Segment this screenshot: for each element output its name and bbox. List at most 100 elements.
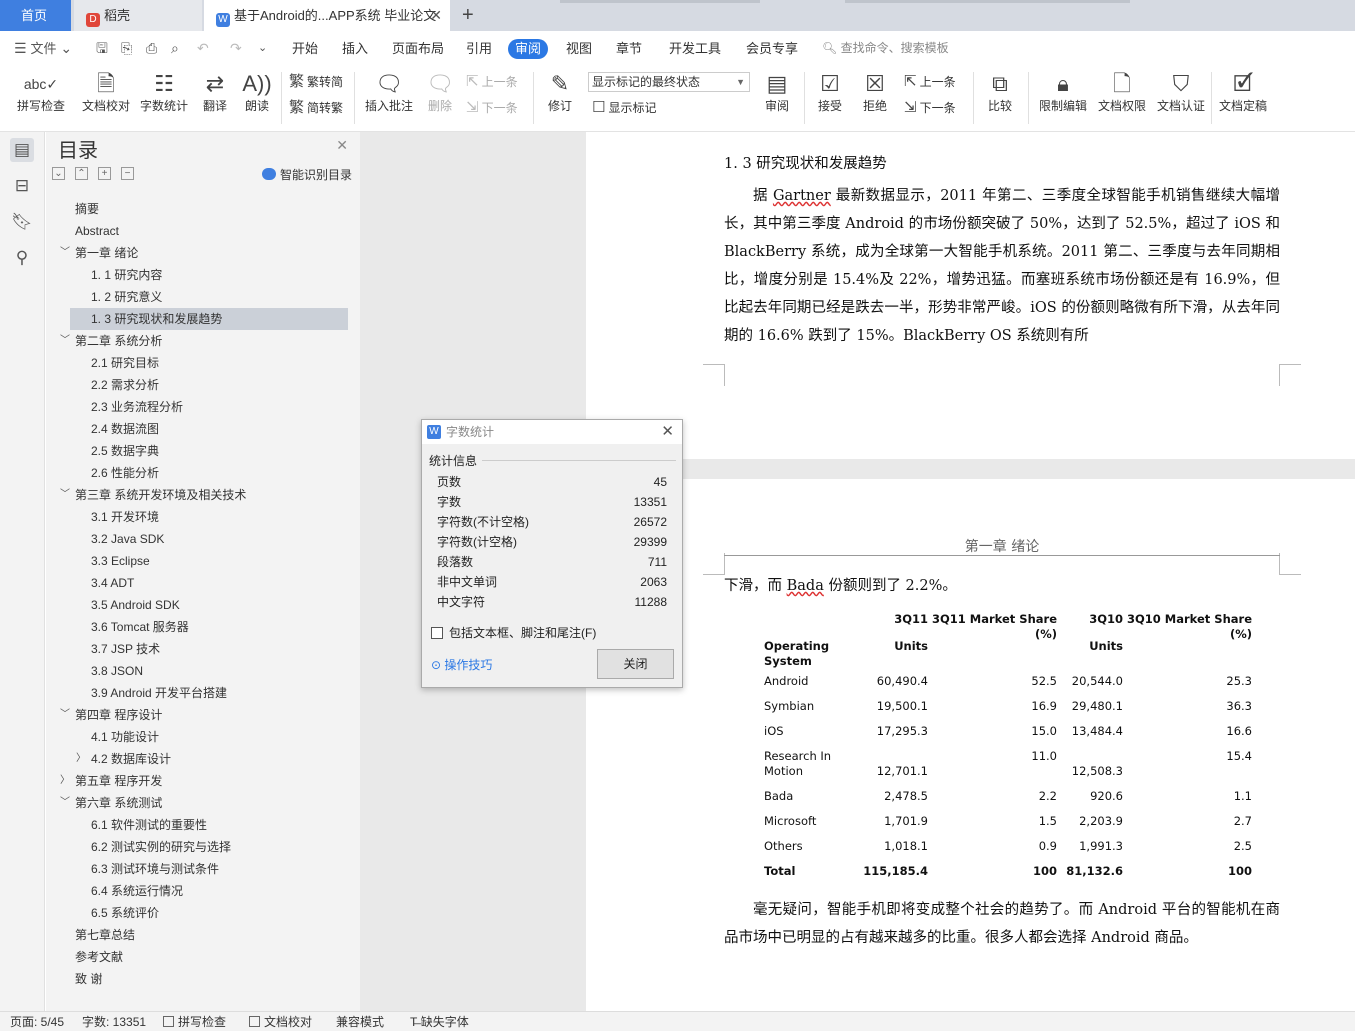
next-comment-button[interactable]: ⇲ 下一条 xyxy=(466,99,518,117)
command-search[interactable]: 🔍︎ 查找命令、搜索模板 xyxy=(822,31,949,66)
tab-docer[interactable]: D 稻壳 xyxy=(74,0,202,31)
toc-item[interactable]: 1. 1 研究内容 xyxy=(46,264,360,286)
toc-item[interactable]: ﹀ 第一章 绪论 xyxy=(46,242,360,264)
chevron-down-icon[interactable]: ﹀ xyxy=(60,704,70,726)
show-markup-button[interactable]: ☐ 显示标记 xyxy=(592,99,656,117)
prev-change-button[interactable]: ⇱ 上一条 xyxy=(904,73,956,91)
print-preview-icon[interactable]: ⌕ xyxy=(171,31,179,66)
toc-item[interactable]: ﹀ 第二章 系统分析 xyxy=(46,330,360,352)
close-icon[interactable]: ✕ xyxy=(336,137,348,154)
toc-item[interactable]: 3.2 Java SDK xyxy=(46,528,360,550)
menu-start[interactable]: 开始 xyxy=(292,31,318,66)
toc-item[interactable]: 3.4 ADT xyxy=(46,572,360,594)
collapse-all-icon[interactable]: ⌄ xyxy=(52,167,65,181)
new-tab-button[interactable]: + xyxy=(462,0,474,31)
toc-item[interactable]: 3.3 Eclipse xyxy=(46,550,360,572)
checkbox-box[interactable] xyxy=(431,627,443,639)
toc-item[interactable]: 3.6 Tomcat 服务器 xyxy=(46,616,360,638)
chevron-right-icon[interactable]: 〉 xyxy=(76,748,86,770)
chevron-down-icon[interactable]: ﹀ xyxy=(60,242,70,264)
menu-insert[interactable]: 插入 xyxy=(342,31,368,66)
customize-quick-access-icon[interactable]: ⌄ xyxy=(258,31,267,66)
chapter-nav-icon[interactable]: ⊟ xyxy=(10,174,34,198)
toc-item[interactable]: 3.7 JSP 技术 xyxy=(46,638,360,660)
spellcheck-button[interactable]: abc✓ 拼写检查 xyxy=(10,66,72,114)
prev-comment-button[interactable]: ⇱ 上一条 xyxy=(466,73,518,91)
find-icon[interactable]: ⚲ xyxy=(10,246,34,270)
insert-comment-button[interactable]: 🗨 插入批注 xyxy=(362,66,416,114)
toc-item[interactable]: 4.1 功能设计 xyxy=(46,726,360,748)
word-count-indicator[interactable]: 字数: 13351 xyxy=(82,1012,146,1032)
toc-item[interactable]: 2.4 数据流图 xyxy=(46,418,360,440)
toc-item[interactable]: 3.8 JSON xyxy=(46,660,360,682)
close-tab-icon[interactable]: ✕ xyxy=(430,0,442,31)
include-textbox-checkbox[interactable]: 包括文本框、脚注和尾注(F) xyxy=(431,624,596,641)
hidden-tab[interactable] xyxy=(845,0,1130,3)
save-icon[interactable]: 🖫 xyxy=(96,31,108,66)
simp-to-trad-button[interactable]: 繁简转繁 xyxy=(289,99,343,117)
toc-item[interactable]: ﹀ 第六章 系统测试 xyxy=(46,792,360,814)
trad-to-simp-button[interactable]: 繁繁转简 xyxy=(289,73,343,91)
toc-item[interactable]: 2.6 性能分析 xyxy=(46,462,360,484)
toc-item[interactable]: 3.9 Android 开发平台搭建 xyxy=(46,682,360,704)
print-icon[interactable]: ⎙ xyxy=(146,31,157,66)
menu-view[interactable]: 视图 xyxy=(566,31,592,66)
delete-comment-button[interactable]: 🗨 删除 xyxy=(422,66,458,114)
toc-item[interactable]: 〉 4.2 数据库设计 xyxy=(46,748,360,770)
hidden-tab[interactable] xyxy=(560,0,760,3)
finalize-button[interactable]: 🗹 文档定稿 xyxy=(1216,66,1270,114)
doc-check-status[interactable]: 文档校对 xyxy=(249,1012,312,1032)
toc-item[interactable]: 〉第五章 程序开发 xyxy=(46,770,360,792)
close-icon[interactable]: ✕ xyxy=(661,420,674,444)
toc-item[interactable]: Abstract xyxy=(46,220,360,242)
toc-item[interactable]: 6.1 软件测试的重要性 xyxy=(46,814,360,836)
toc-item[interactable]: 摘要 xyxy=(46,198,360,220)
toc-item[interactable]: 3.1 开发环境 xyxy=(46,506,360,528)
dialog-titlebar[interactable]: W 字数统计 ✕ xyxy=(422,420,682,444)
translate-button[interactable]: ⇄ 翻译 xyxy=(196,66,234,114)
toc-item[interactable]: ﹀ 第三章 系统开发环境及相关技术 xyxy=(46,484,360,506)
toc-item[interactable]: 6.2 测试实例的研究与选择 xyxy=(46,836,360,858)
menu-page-layout[interactable]: 页面布局 xyxy=(392,31,444,66)
track-changes-button[interactable]: ✎ 修订 xyxy=(540,66,580,114)
toc-panel-icon[interactable]: ▤ xyxy=(10,138,34,162)
toc-item[interactable]: 第七章总结 xyxy=(46,924,360,946)
next-change-button[interactable]: ⇲ 下一条 xyxy=(904,99,956,117)
doc-certify-button[interactable]: ⛉ 文档认证 xyxy=(1154,66,1208,114)
page-indicator[interactable]: 页面: 5/45 xyxy=(10,1012,64,1032)
tab-home[interactable]: 首页 xyxy=(0,0,71,31)
menu-developer[interactable]: 开发工具 xyxy=(669,31,721,66)
missing-font-status[interactable]: T̶ 缺失字体 xyxy=(410,1012,469,1032)
chevron-down-icon[interactable]: ﹀ xyxy=(60,792,70,814)
toc-item[interactable]: ﹀ 第四章 程序设计 xyxy=(46,704,360,726)
add-heading-icon[interactable]: + xyxy=(98,167,111,181)
menu-review[interactable]: 审阅 xyxy=(508,39,549,59)
menu-membership[interactable]: 会员专享 xyxy=(746,31,798,66)
smart-toc-button[interactable]: 智能识别目录 xyxy=(261,166,352,183)
file-menu[interactable]: ☰ 文件 ⌄ xyxy=(14,31,72,66)
review-pane-button[interactable]: ▤ 审阅 xyxy=(758,66,796,114)
spellcheck-status[interactable]: 拼写检查 xyxy=(163,1012,226,1032)
toc-item[interactable]: 致 谢 xyxy=(46,968,360,990)
toc-item[interactable]: 1. 2 研究意义 xyxy=(46,286,360,308)
spelling-error[interactable]: Gartner xyxy=(773,188,831,204)
toc-item[interactable]: 6.3 测试环境与测试条件 xyxy=(46,858,360,880)
toc-item[interactable]: 6.5 系统评价 xyxy=(46,902,360,924)
close-button[interactable]: 关闭 xyxy=(597,649,674,679)
redo-icon[interactable]: ↷ xyxy=(230,31,242,66)
tab-document[interactable]: W 基于Android的...APP系统 毕业论文 ✕ xyxy=(204,0,450,31)
toc-item[interactable]: 参考文献 xyxy=(46,946,360,968)
chevron-down-icon[interactable]: ﹀ xyxy=(60,484,70,506)
toc-item[interactable]: 3.5 Android SDK xyxy=(46,594,360,616)
menu-chapter[interactable]: 章节 xyxy=(616,31,642,66)
toc-item[interactable]: 2.5 数据字典 xyxy=(46,440,360,462)
doc-check-button[interactable]: 🗎 文档校对 xyxy=(80,66,132,114)
doc-permission-button[interactable]: 🗋 文档权限 xyxy=(1096,66,1148,114)
toc-item[interactable]: 6.4 系统运行情况 xyxy=(46,880,360,902)
format-painter-icon[interactable]: ⎘ xyxy=(121,31,132,66)
compare-button[interactable]: ⧉ 比较 xyxy=(980,66,1020,114)
accept-button[interactable]: ☑ 接受 xyxy=(811,66,849,114)
toc-item[interactable]: 1. 3 研究现状和发展趋势 xyxy=(70,308,348,330)
restrict-editing-button[interactable]: 🔒︎ 限制编辑 xyxy=(1036,66,1090,114)
read-aloud-button[interactable]: A)) 朗读 xyxy=(240,66,274,114)
